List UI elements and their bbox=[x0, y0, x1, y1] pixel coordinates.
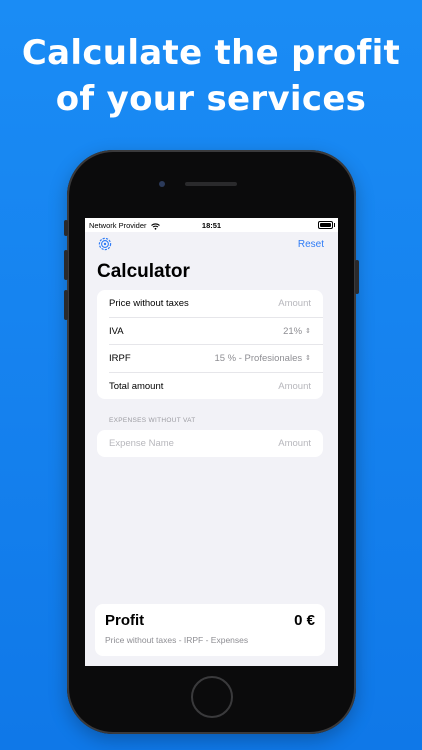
phone-frame: Network Provider 18:51 Reset Calculator … bbox=[64, 150, 359, 734]
earpiece-speaker bbox=[185, 182, 237, 186]
home-button[interactable] bbox=[191, 676, 233, 718]
price-input[interactable]: Amount bbox=[278, 298, 311, 309]
chevron-up-down-icon: ⇕ bbox=[305, 327, 311, 335]
phone-power-button bbox=[355, 260, 359, 294]
expense-amount-input[interactable]: Amount bbox=[278, 438, 311, 449]
iva-select[interactable]: 21% ⇕ bbox=[283, 326, 311, 337]
status-bar: Network Provider 18:51 bbox=[85, 218, 338, 232]
expenses-card: Expense Name Amount bbox=[97, 430, 323, 457]
status-time: 18:51 bbox=[201, 221, 222, 230]
phone-volume-up bbox=[64, 250, 68, 280]
total-input[interactable]: Amount bbox=[278, 381, 311, 392]
irpf-row[interactable]: IRPF 15 % - Profesionales ⇕ bbox=[109, 344, 323, 372]
battery-icon bbox=[318, 221, 335, 229]
expenses-section-title: EXPENSES WITHOUT VAT bbox=[109, 417, 196, 424]
page-title: Calculator bbox=[97, 261, 190, 282]
profit-value: 0 € bbox=[294, 612, 315, 629]
total-row[interactable]: Total amount Amount bbox=[109, 371, 323, 400]
calculator-form: Price without taxes Amount IVA 21% ⇕ IRPF… bbox=[97, 290, 323, 399]
irpf-value: 15 % - Profesionales bbox=[214, 353, 303, 364]
iva-row[interactable]: IVA 21% ⇕ bbox=[109, 316, 323, 345]
app-screen: Network Provider 18:51 Reset Calculator … bbox=[85, 218, 338, 666]
price-label: Price without taxes bbox=[109, 298, 189, 309]
phone-volume-down bbox=[64, 290, 68, 320]
profit-label: Profit bbox=[105, 612, 145, 629]
headline-line-1: Calculate the profit bbox=[21, 33, 401, 73]
reset-button[interactable]: Reset bbox=[298, 239, 324, 250]
profit-formula: Price without taxes - IRPF - Expenses bbox=[105, 635, 249, 645]
front-camera bbox=[159, 181, 165, 187]
irpf-label: IRPF bbox=[109, 353, 131, 364]
headline: Calculate the profit of your services bbox=[0, 30, 422, 122]
irpf-select[interactable]: 15 % - Profesionales ⇕ bbox=[214, 353, 311, 364]
phone-silent-switch bbox=[64, 220, 68, 236]
chevron-up-down-icon: ⇕ bbox=[305, 355, 311, 362]
iva-value: 21% bbox=[283, 325, 303, 337]
headline-line-2: of your services bbox=[55, 79, 367, 119]
gear-icon[interactable] bbox=[98, 237, 112, 251]
price-row[interactable]: Price without taxes Amount bbox=[97, 290, 323, 317]
expense-name-input[interactable]: Expense Name bbox=[109, 438, 174, 449]
iva-label: IVA bbox=[109, 325, 124, 337]
profit-card: Profit 0 € Price without taxes - IRPF - … bbox=[95, 604, 325, 656]
expense-row[interactable]: Expense Name Amount bbox=[97, 430, 323, 457]
total-label: Total amount bbox=[109, 380, 164, 392]
